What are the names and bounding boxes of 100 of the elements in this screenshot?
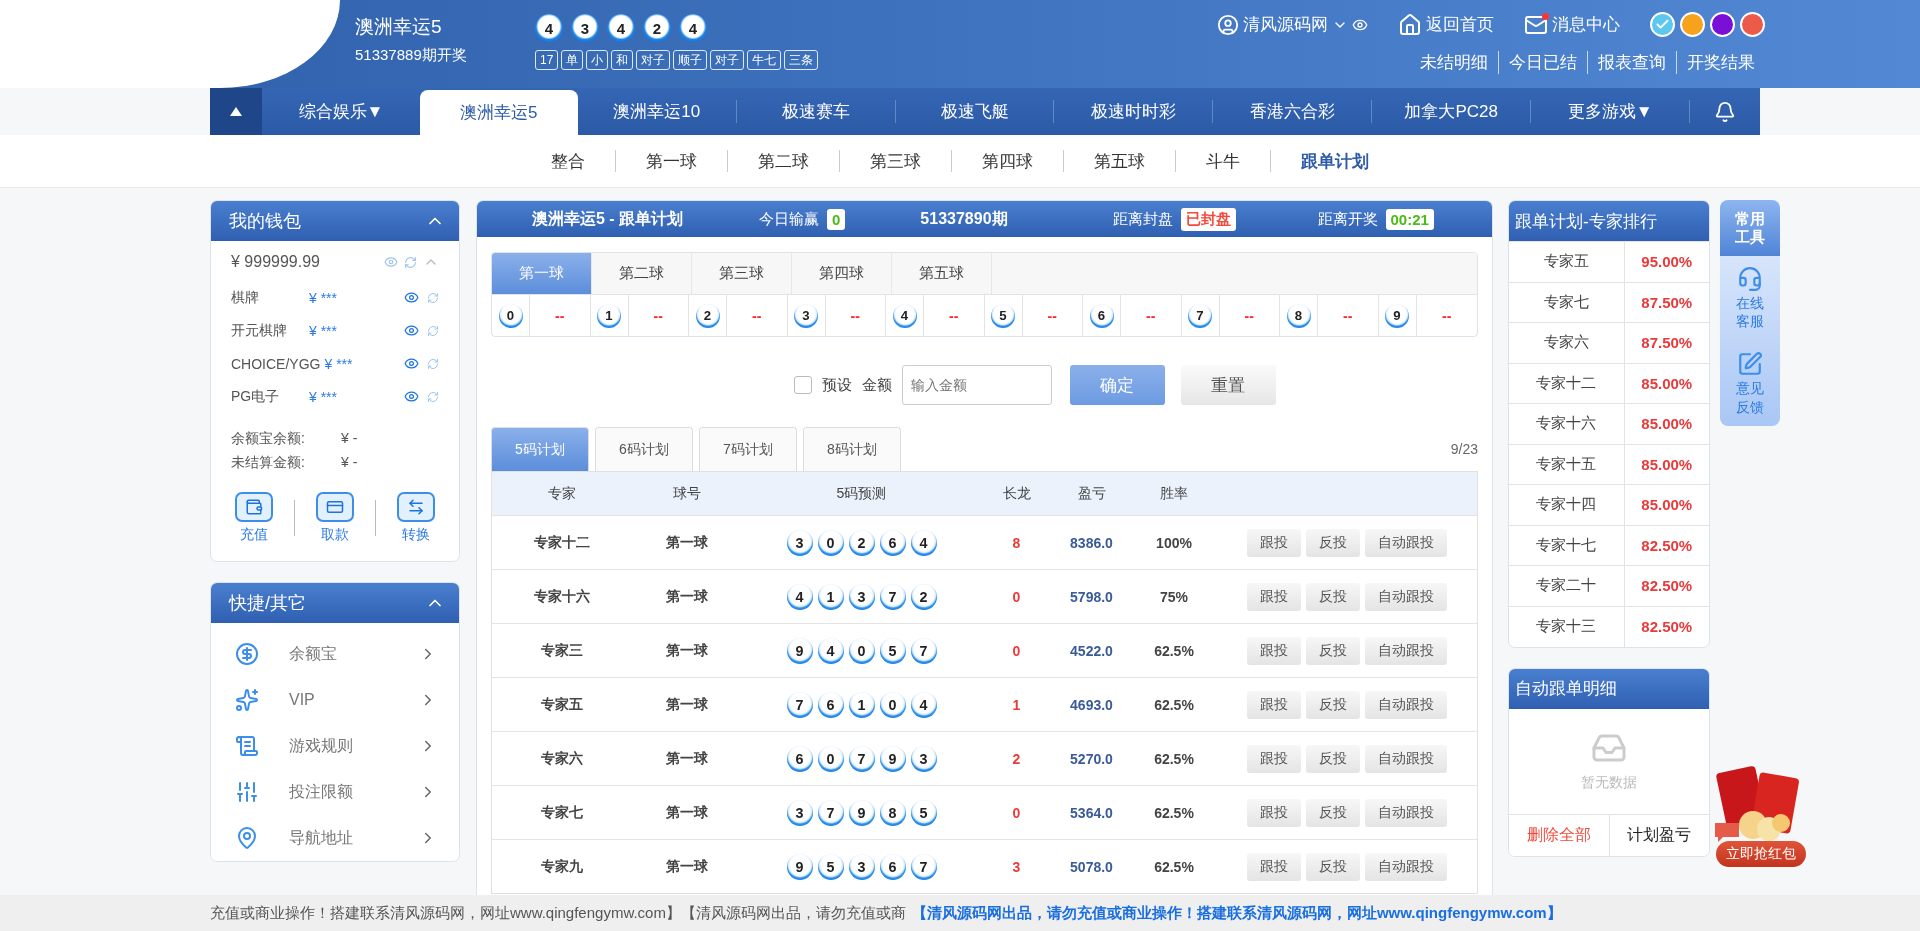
profit-value: 5078.0 xyxy=(1070,858,1113,875)
stat-value: -- xyxy=(554,306,566,326)
bet-button[interactable]: 自动跟投 xyxy=(1364,852,1447,881)
scroll-icon xyxy=(235,734,259,758)
nav-tab[interactable]: 澳洲幸运5 xyxy=(419,90,578,135)
bet-button[interactable]: 反投 xyxy=(1305,744,1360,773)
plan-tab[interactable]: 8码计划 xyxy=(803,427,901,471)
result-tag: 牛七 xyxy=(747,50,782,70)
home-link[interactable]: 返回首页 xyxy=(1398,12,1494,37)
message-link[interactable]: 消息中心 xyxy=(1524,12,1620,37)
refresh-icon xyxy=(427,291,439,304)
shortcut-item[interactable]: 投注限额 xyxy=(211,769,459,815)
header-link[interactable]: 今日已结 xyxy=(1498,51,1587,74)
theme-swatch[interactable] xyxy=(1740,12,1765,37)
sub-tab[interactable]: 第二球 xyxy=(728,149,839,173)
profit-value: 5798.0 xyxy=(1070,588,1113,605)
column-header: 专家 xyxy=(547,484,576,501)
bet-button[interactable]: 跟投 xyxy=(1246,528,1301,557)
win-rate: 62.5% xyxy=(1154,858,1194,875)
sub-tab[interactable]: 第一球 xyxy=(616,149,727,173)
user-menu[interactable]: 清风源码网 xyxy=(1217,13,1368,36)
account-amount: ¥ *** xyxy=(324,355,353,372)
win-rate: 62.5% xyxy=(1154,804,1194,821)
wallet-action[interactable]: 转换 xyxy=(391,491,442,545)
prediction-ball: 9 xyxy=(786,853,813,880)
nav-tab[interactable]: 澳洲幸运10 xyxy=(577,88,736,135)
ball-position: 第一球 xyxy=(665,857,708,874)
nav-tab[interactable]: 综合娱乐▼ xyxy=(262,88,420,135)
ball-tab[interactable]: 第二球 xyxy=(592,253,692,294)
user-icon xyxy=(1217,13,1239,36)
ball-tab[interactable]: 第四球 xyxy=(792,253,892,294)
bet-button[interactable]: 跟投 xyxy=(1246,582,1301,611)
bet-button[interactable]: 跟投 xyxy=(1246,744,1301,773)
theme-swatch[interactable] xyxy=(1680,12,1705,37)
bet-button[interactable]: 自动跟投 xyxy=(1364,636,1447,665)
expert-name: 专家十四 xyxy=(1536,495,1597,513)
sub-tab[interactable]: 第四球 xyxy=(952,149,1063,173)
nav-tab[interactable]: 极速时时彩 xyxy=(1054,88,1213,135)
bet-button[interactable]: 自动跟投 xyxy=(1364,690,1447,719)
card-title: 跟单计划-专家排行 xyxy=(1515,210,1657,233)
reset-button[interactable]: 重置 xyxy=(1180,365,1276,405)
ball-tab[interactable]: 第五球 xyxy=(892,253,992,294)
sub-tab[interactable]: 第五球 xyxy=(1064,149,1175,173)
expert-name: 专家五 xyxy=(540,695,583,712)
wallet-action[interactable]: 取款 xyxy=(309,491,360,545)
bet-button[interactable]: 反投 xyxy=(1305,852,1360,881)
shortcut-item[interactable]: 导航地址 xyxy=(211,815,459,861)
sub-tab[interactable]: 跟单计划 xyxy=(1271,149,1399,173)
nav-tab[interactable]: 加拿大PC28 xyxy=(1372,88,1531,135)
sub-tab[interactable]: 斗牛 xyxy=(1176,149,1270,173)
summary-label: 余额宝余额: xyxy=(231,430,306,448)
plan-tab[interactable]: 6码计划 xyxy=(595,427,693,471)
shortcut-item[interactable]: 游戏规则 xyxy=(211,723,459,769)
nav-tab[interactable]: 极速赛车 xyxy=(736,88,895,135)
stat-value: -- xyxy=(751,306,763,326)
bet-button[interactable]: 反投 xyxy=(1305,528,1360,557)
bet-button[interactable]: 跟投 xyxy=(1246,636,1301,665)
nav-tab[interactable]: 香港六合彩 xyxy=(1213,88,1372,135)
bet-button[interactable]: 反投 xyxy=(1305,636,1360,665)
amount-field[interactable]: 输入金额 xyxy=(901,365,1052,405)
header-link[interactable]: 开奖结果 xyxy=(1676,51,1765,74)
theme-swatch[interactable] xyxy=(1710,12,1735,37)
result-tag: 三条 xyxy=(784,50,819,70)
sub-tab[interactable]: 第三球 xyxy=(840,149,951,173)
grab-packet-button[interactable]: 立即抢红包 xyxy=(1715,841,1806,867)
bet-button[interactable]: 跟投 xyxy=(1246,852,1301,881)
theme-swatch[interactable] xyxy=(1650,12,1675,37)
bet-button[interactable]: 自动跟投 xyxy=(1364,528,1447,557)
nav-tab[interactable]: 更多游戏▼ xyxy=(1531,88,1689,135)
header-link[interactable]: 报表查询 xyxy=(1587,51,1676,74)
profit-value: 4693.0 xyxy=(1070,696,1113,713)
plan-profit-button[interactable]: 计划盈亏 xyxy=(1608,814,1709,856)
bet-button[interactable]: 自动跟投 xyxy=(1364,744,1447,773)
shortcut-item[interactable]: VIP xyxy=(211,677,459,723)
win-rate: 62.5% xyxy=(1154,750,1194,767)
today-label: 今日输赢 xyxy=(759,209,819,229)
nav-tab[interactable]: 极速飞艇 xyxy=(895,88,1054,135)
header-link[interactable]: 未结明细 xyxy=(1410,51,1498,74)
preset-checkbox[interactable] xyxy=(793,376,812,394)
sub-tab[interactable]: 整合 xyxy=(521,149,615,173)
shortcut-item[interactable]: 余额宝 xyxy=(211,631,459,677)
edit-icon xyxy=(1737,351,1763,378)
sparkle-icon xyxy=(235,688,259,712)
bet-button[interactable]: 跟投 xyxy=(1246,690,1301,719)
bet-button[interactable]: 反投 xyxy=(1305,582,1360,611)
bet-button[interactable]: 跟投 xyxy=(1246,798,1301,827)
bet-button[interactable]: 反投 xyxy=(1305,798,1360,827)
bet-button[interactable]: 自动跟投 xyxy=(1364,798,1447,827)
plan-tab[interactable]: 7码计划 xyxy=(699,427,797,471)
bet-button[interactable]: 自动跟投 xyxy=(1364,582,1447,611)
bet-button[interactable]: 反投 xyxy=(1305,690,1360,719)
map-pin-icon xyxy=(235,826,259,850)
lottery-name: 澳洲幸运5 xyxy=(355,15,443,39)
win-rate: 85.00% xyxy=(1641,374,1693,392)
column-header: 5码预测 xyxy=(836,484,887,501)
headset-icon xyxy=(1737,266,1763,292)
ball-tab[interactable]: 第三球 xyxy=(692,253,792,294)
wallet-action[interactable]: 充值 xyxy=(228,491,279,545)
prediction-ball: 5 xyxy=(910,799,937,826)
collapse-button[interactable] xyxy=(210,88,262,135)
